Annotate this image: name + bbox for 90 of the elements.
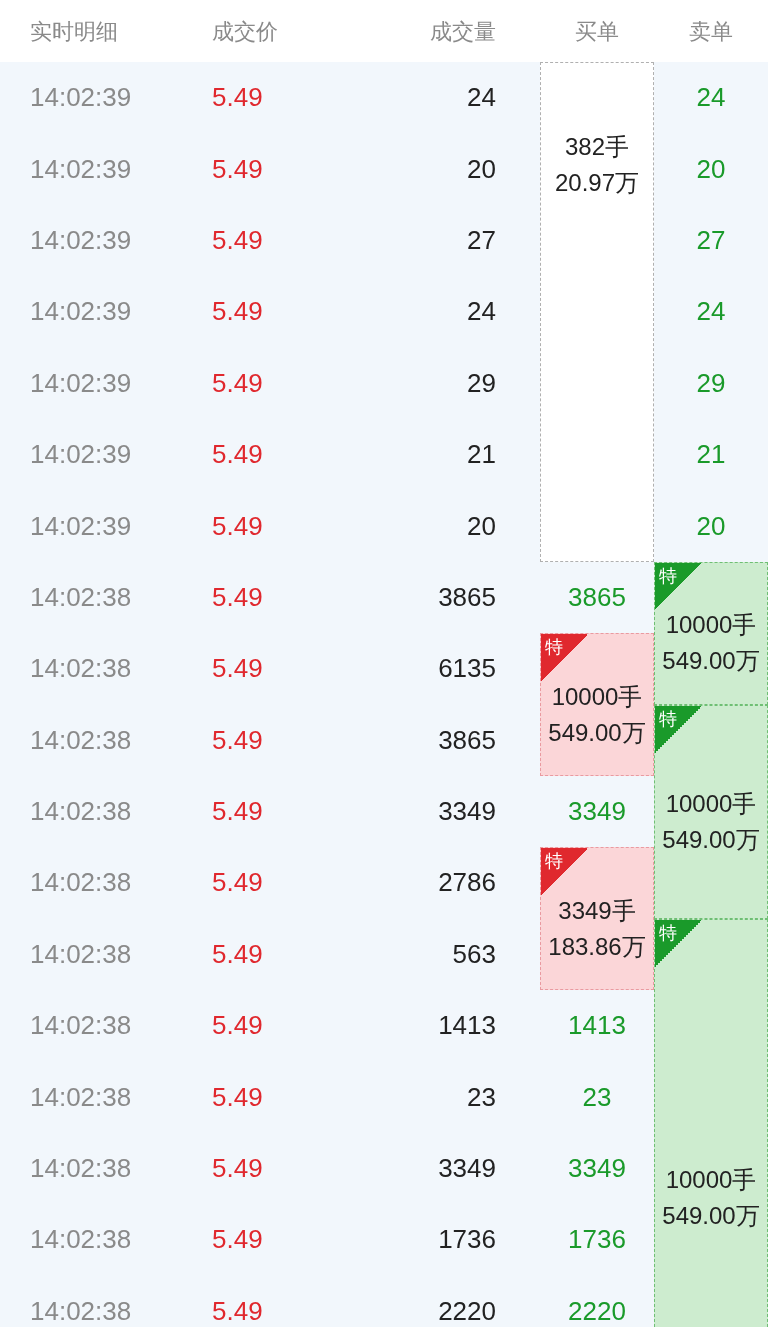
table-cell-text: 20	[696, 152, 726, 186]
table-cell-text: 5.49	[212, 366, 263, 400]
order-summary: 10000手	[665, 1164, 757, 1195]
special-tag: 特	[541, 634, 587, 683]
table-cell-text: 27	[467, 223, 496, 257]
table-cell-text: 3349	[438, 1152, 496, 1186]
table-cell-text: 3865	[438, 723, 496, 757]
table-cell-text: 24	[467, 295, 496, 329]
table-cell-text: 5.49	[212, 580, 263, 614]
order-summary: 10000手	[665, 788, 757, 819]
table-cell-text: 563	[452, 937, 496, 971]
table-cell-text: 14:02:38	[30, 795, 132, 829]
table-cell-text: 24	[696, 295, 726, 329]
order-summary: 549.00万	[548, 717, 646, 748]
table-cell-text: 21	[696, 438, 726, 472]
table-cell-text: 3865	[438, 580, 496, 614]
column-header: 卖单	[689, 18, 733, 44]
table-cell-text: 5.49	[212, 223, 263, 257]
table-cell-text: 6135	[438, 652, 496, 686]
table-cell-text: 14:02:38	[30, 1009, 132, 1043]
table-cell-text: 1736	[438, 1223, 496, 1257]
column-header: 实时明细	[30, 18, 118, 44]
order-summary: 549.00万	[662, 1200, 760, 1231]
table-cell-text: 24	[696, 81, 726, 115]
table-cell-text: 14:02:38	[30, 1080, 132, 1114]
table-cell-text: 14:02:38	[30, 866, 132, 900]
table-cell-text: 3349	[568, 795, 626, 829]
table-cell-text: 1413	[438, 1009, 496, 1043]
table-cell-text: 2220	[568, 1294, 626, 1327]
table-cell-text: 29	[696, 366, 726, 400]
table-cell-text: 5.49	[212, 652, 263, 686]
table-cell-text: 23	[467, 1080, 496, 1114]
table-cell-text: 5.49	[212, 866, 263, 900]
table-cell-text: 5.49	[212, 1223, 263, 1257]
order-summary: 10000手	[551, 681, 643, 712]
table-cell-text: 5.49	[212, 1009, 263, 1043]
column-header: 买单	[575, 18, 619, 44]
column-header: 成交量	[430, 18, 496, 44]
table-cell-text: 5.49	[212, 1080, 263, 1114]
table-cell-text: 29	[467, 366, 496, 400]
table-cell-text: 14:02:38	[30, 1294, 132, 1327]
special-tag: 特	[541, 848, 587, 897]
table-cell-text: 24	[467, 81, 496, 115]
table-cell-text: 5.49	[212, 937, 263, 971]
table-cell-text: 3349	[438, 795, 496, 829]
table-cell-text: 2220	[438, 1294, 496, 1327]
table-cell-text: 20	[467, 152, 496, 186]
table-cell-text: 14:02:38	[30, 723, 132, 757]
table-cell-text: 14:02:39	[30, 81, 132, 115]
table-cell-text: 14:02:38	[30, 937, 132, 971]
table-cell-text: 14:02:38	[30, 1223, 132, 1257]
table-cell-text: 1413	[568, 1009, 626, 1043]
table-cell-text: 5.49	[212, 1294, 263, 1327]
column-header: 成交价	[212, 18, 278, 44]
table-cell-text: 14:02:38	[30, 652, 132, 686]
special-tag: 特	[655, 705, 701, 754]
table-cell-text: 5.49	[212, 438, 263, 472]
order-summary: 20.97万	[554, 168, 640, 198]
table-cell-text: 2786	[438, 866, 496, 900]
table-cell-text: 21	[467, 438, 496, 472]
special-tag: 特	[655, 919, 701, 968]
table-cell-text: 20	[467, 509, 496, 543]
table-cell-text: 5.49	[212, 152, 263, 186]
table-cell-text: 14:02:39	[30, 152, 132, 186]
table-cell-text: 14:02:39	[30, 223, 132, 257]
order-summary: 183.86万	[548, 931, 646, 962]
table-cell-text: 23	[582, 1080, 612, 1114]
table-cell-text: 5.49	[212, 1152, 263, 1186]
table-cell-text: 14:02:39	[30, 295, 132, 329]
table-cell-text: 14:02:38	[30, 1152, 132, 1186]
table-cell-text: 5.49	[212, 81, 263, 115]
table-cell-text: 5.49	[212, 723, 263, 757]
table-cell-text: 14:02:39	[30, 366, 132, 400]
table-cell-text: 1736	[568, 1223, 626, 1257]
table-cell-text: 3349	[568, 1152, 626, 1186]
order-summary: 10000手	[665, 610, 757, 641]
table-cell-text: 5.49	[212, 295, 263, 329]
table-cell-text: 3865	[568, 580, 626, 614]
table-cell-text: 20	[696, 509, 726, 543]
table-cell-text: 27	[696, 223, 726, 257]
table-cell-text: 5.49	[212, 509, 263, 543]
table-cell-text: 14:02:39	[30, 438, 132, 472]
order-summary: 3349手	[558, 895, 636, 926]
table-cell-text: 5.49	[212, 795, 263, 829]
order-summary: 382手	[564, 132, 629, 162]
order-summary: 549.00万	[662, 824, 760, 855]
order-summary: 549.00万	[662, 646, 760, 677]
table-cell-text: 14:02:38	[30, 580, 132, 614]
special-tag: 特	[655, 562, 701, 611]
table-cell-text: 14:02:39	[30, 509, 132, 543]
